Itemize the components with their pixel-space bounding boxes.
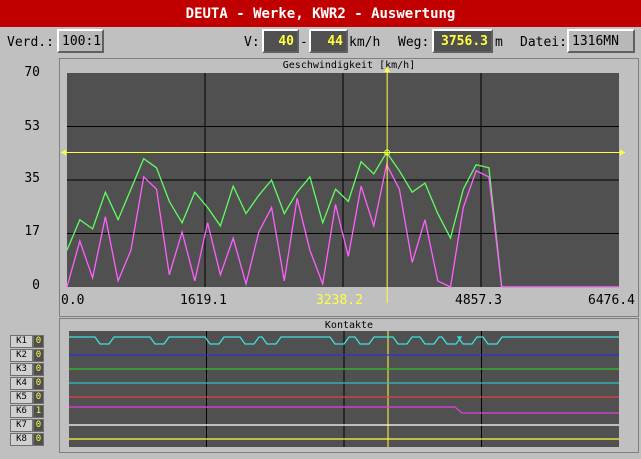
contact-label-k6: K6 xyxy=(10,405,33,418)
contact-label-k8: K8 xyxy=(10,433,33,446)
contact-label-k1: K1 xyxy=(10,335,33,348)
contact-label-k5: K5 xyxy=(10,391,33,404)
contacts-chart[interactable] xyxy=(0,0,641,459)
contact-value-k7: 0 xyxy=(33,419,44,432)
contact-value-k8: 0 xyxy=(33,433,44,446)
contact-label-k4: K4 xyxy=(10,377,33,390)
contact-label-k7: K7 xyxy=(10,419,33,432)
contact-value-k5: 0 xyxy=(33,391,44,404)
contact-label-k3: K3 xyxy=(10,363,33,376)
contact-value-k2: 0 xyxy=(33,349,44,362)
contact-value-k6: 1 xyxy=(33,405,44,418)
contact-label-k2: K2 xyxy=(10,349,33,362)
contact-value-k3: 0 xyxy=(33,363,44,376)
contact-value-k1: 0 xyxy=(33,335,44,348)
contact-value-k4: 0 xyxy=(33,377,44,390)
